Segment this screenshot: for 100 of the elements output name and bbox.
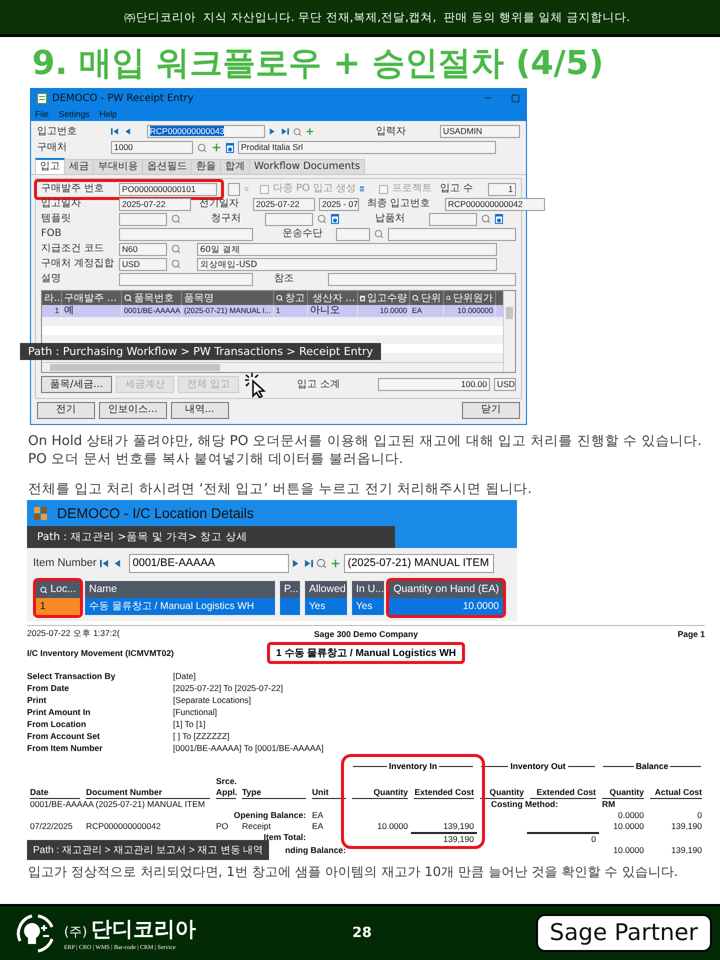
next-icon[interactable] <box>268 127 277 136</box>
add-icon[interactable] <box>330 558 341 568</box>
input-field[interactable] <box>119 212 167 226</box>
tab[interactable]: 합계 <box>220 159 250 174</box>
input-field[interactable]: USADMIN <box>440 125 520 138</box>
add-icon[interactable] <box>211 142 222 153</box>
footer-button[interactable]: 인보이스... <box>99 402 167 418</box>
report-cell-text: 10.0000 <box>612 845 645 856</box>
search-icon[interactable] <box>292 126 302 136</box>
search-icon[interactable] <box>197 142 207 152</box>
input-field[interactable]: 2025 - 07 <box>319 198 359 210</box>
checkbox[interactable] <box>260 184 269 194</box>
column-header[interactable]: 품목명 <box>182 291 274 305</box>
field-label: Item Number <box>33 557 97 569</box>
menu-item[interactable]: Settings <box>58 109 90 119</box>
footer-button[interactable]: 전기 <box>37 402 95 418</box>
input-field[interactable] <box>119 228 253 240</box>
table-cell: 수동 물류창고 / Manual Logistics WH <box>85 598 275 615</box>
body-text: PO 오더 문서 번호를 복사 붙여넣기해 데이터를 불러옵니다. <box>28 450 404 468</box>
input-field[interactable] <box>119 272 253 286</box>
input-field[interactable]: 2025-07-22 <box>119 198 191 210</box>
maximize-icon[interactable] <box>511 94 520 102</box>
column-header[interactable]: Name <box>85 581 275 598</box>
tab[interactable]: 옵션필드 <box>142 159 192 174</box>
column-header[interactable]: 창고 <box>274 291 308 305</box>
report-text: [2025-07-22] To [2025-07-22] <box>173 682 284 694</box>
column-header-label: 창고 <box>285 292 305 304</box>
horizontal-scrollbar[interactable] <box>42 362 503 372</box>
checkbox[interactable] <box>378 184 388 194</box>
field-label: 입고번호 <box>37 126 78 138</box>
tab[interactable]: 세금 <box>64 159 94 174</box>
input-field[interactable]: 2025-07-22 <box>253 198 315 210</box>
next-icon[interactable] <box>292 558 301 568</box>
tab[interactable]: 입고 <box>35 158 65 174</box>
report-column-header: Actual Cost <box>650 783 702 799</box>
menu-item[interactable]: Help <box>99 109 117 119</box>
search-icon[interactable] <box>171 214 181 224</box>
input-field[interactable]: Prodital Italia Srl <box>238 141 496 154</box>
search-icon[interactable] <box>171 259 181 269</box>
last-icon[interactable] <box>280 127 289 136</box>
tab[interactable]: 부대비용 <box>93 159 143 174</box>
column-group-header: Balance <box>599 760 705 772</box>
table-cell: 10.0000 <box>389 598 503 615</box>
report-cell-text: 10.0000 <box>612 821 645 832</box>
input-field[interactable] <box>388 228 516 240</box>
column-header[interactable]: Loc... <box>36 581 80 598</box>
report-text: [ ] To [ZZZZZZ] <box>173 730 231 742</box>
search-icon[interactable] <box>317 214 327 224</box>
item-number-field[interactable]: 0001/BE-AAAAA <box>128 554 289 572</box>
tab[interactable]: 환율 <box>191 159 221 174</box>
column-header[interactable]: 구매발주 ... <box>62 291 122 305</box>
input-field[interactable] <box>429 212 477 226</box>
column-header[interactable]: In U... <box>352 581 384 598</box>
footer-button[interactable]: 닫기 <box>462 402 520 418</box>
po-number-field[interactable]: PO0000000000101 <box>119 182 217 196</box>
info-icon[interactable] <box>226 142 234 152</box>
menu-item[interactable]: File <box>35 109 49 119</box>
first-icon[interactable] <box>111 127 119 136</box>
search-icon[interactable] <box>171 244 181 254</box>
search-icon[interactable] <box>481 214 491 224</box>
report-cell-text: EA <box>311 810 324 821</box>
add-icon[interactable] <box>305 126 316 137</box>
column-header[interactable]: 단위 <box>410 291 444 305</box>
receipt-number-field[interactable]: RCP000000000043 <box>146 125 265 138</box>
input-field[interactable]: USD <box>119 258 167 270</box>
search-icon[interactable] <box>316 558 327 568</box>
input-field[interactable] <box>328 272 516 286</box>
action-button[interactable]: 품목/세금... <box>41 376 112 393</box>
footer-button[interactable]: 내역... <box>170 402 229 418</box>
column-group-header: Inventory In <box>349 760 477 772</box>
search-icon[interactable] <box>374 229 384 239</box>
info-icon[interactable] <box>495 214 503 224</box>
input-field: RCP000000000042 <box>445 198 545 210</box>
column-header[interactable]: 품목번호 <box>122 291 182 305</box>
column-header[interactable]: P... <box>280 581 300 598</box>
info-icon[interactable] <box>331 214 339 224</box>
report-label: From Date <box>27 682 70 694</box>
input-field[interactable] <box>336 228 370 240</box>
last-icon[interactable] <box>304 558 313 568</box>
input-field[interactable]: N60 <box>119 242 167 256</box>
column-header[interactable]: 입고수량 <box>358 291 410 305</box>
field-label: 구매발주 번호 <box>41 183 106 195</box>
input-field[interactable] <box>265 212 313 226</box>
input-field: (2025-07-21) MANUAL ITEM <box>344 554 494 572</box>
report-text: 0001/BE-AAAAA (2025-07-21) MANUAL ITEM <box>29 799 206 810</box>
tab[interactable]: Workflow Documents <box>249 159 366 174</box>
column-header-label: 입고수량 <box>367 292 407 304</box>
report-label: Opening Balance: <box>232 810 307 821</box>
input-field[interactable]: 1000 <box>111 141 193 154</box>
info-icon[interactable] <box>360 184 364 194</box>
vertical-scrollbar[interactable] <box>503 291 515 372</box>
first-icon[interactable] <box>100 558 109 568</box>
column-header[interactable]: Allowed <box>305 581 347 598</box>
column-header[interactable]: 생산자 ... <box>308 291 358 305</box>
field-label: 입고 소계 <box>296 378 340 390</box>
report-label: From Item Number <box>27 742 104 754</box>
column-header[interactable]: Quantity on Hand (EA) <box>389 581 503 598</box>
column-header[interactable]: 단위원가 <box>444 291 496 305</box>
input-field[interactable] <box>228 182 240 196</box>
report-label: nding Balance: <box>284 845 347 856</box>
